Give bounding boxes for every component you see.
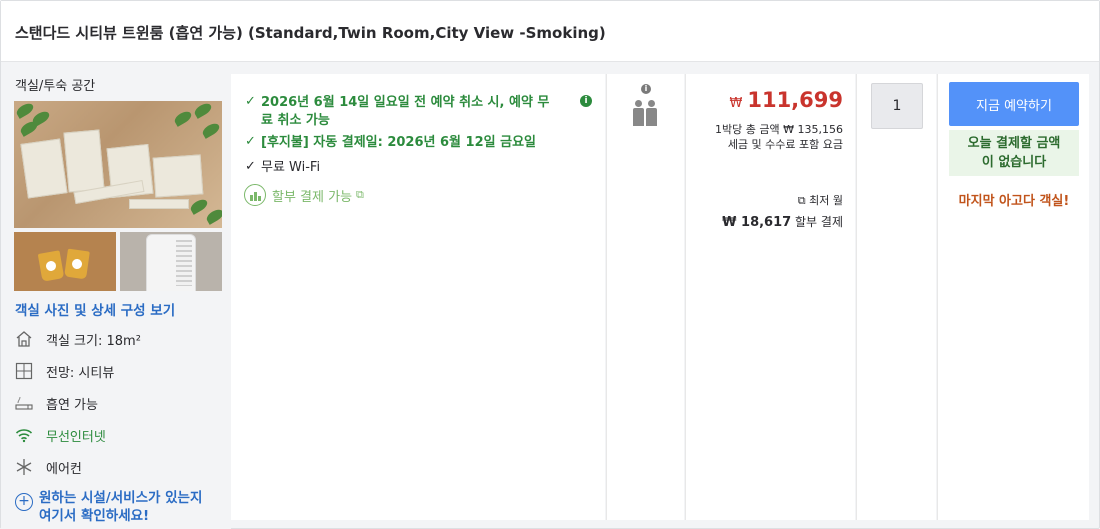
room-photo-main[interactable] (14, 101, 222, 228)
room-photo-air-purifier[interactable] (120, 232, 222, 291)
feature-view: 전망: 시티뷰 (14, 361, 114, 381)
currency-symbol: ₩ (729, 96, 743, 111)
monthly-payment: ₩ 18,617 할부 결제 (722, 213, 843, 230)
booking-column: 지금 예약하기 오늘 결제할 금액 이 없습니다 마지막 아고다 객실! (937, 74, 1089, 520)
feature-aircon: 에어컨 (14, 457, 82, 477)
installment-text: 할부 결제 가능 (272, 189, 353, 205)
cancel-line1: 2026년 6월 14일 일요일 전 예약 취소 시, 예약 무 (261, 95, 550, 110)
facility-check-link[interactable]: + 원하는 시설/서비스가 있는지 여기서 확인하세요! (15, 489, 202, 525)
last-room-notice: 마지막 아고다 객실! (958, 194, 1070, 209)
feature-wifi: 무선인터넷 (14, 425, 106, 445)
check-icon: ✓ (245, 159, 256, 174)
check-icon: ✓ (245, 134, 256, 149)
feature-smoking: 흡연 가능 (14, 393, 98, 413)
feature-label: 객실 크기: 18m² (46, 333, 141, 349)
feature-label: 전망: 시티뷰 (46, 365, 115, 381)
benefit-postpay: ✓ [후지불] 자동 결제일: 2026년 6월 12일 금요일 (245, 134, 536, 152)
price-amount: 111,699 (747, 88, 843, 112)
info-icon[interactable]: i (580, 95, 592, 107)
price-column: ₩ 111,699 1박당 총 금액 ₩ 135,156 세금 및 수수료 포함… (685, 74, 855, 520)
room-header: 스탠다드 시티뷰 트윈룸 (흡연 가능) (Standard,Twin Room… (1, 1, 1099, 62)
postpay-text: [후지불] 자동 결제일: 2026년 6월 12일 금요일 (261, 135, 536, 150)
quantity-column: 1 (856, 74, 936, 520)
more-link-line1: 원하는 시설/서비스가 있는지 (39, 490, 203, 506)
room-info-panel: 객실/투숙 공간 객실 사진 및 상세 구성 보기 객실 크기: 18m² 전망… (1, 63, 231, 529)
installment-link[interactable]: 할부 결제 가능 ⧉ (244, 184, 364, 206)
book-now-button[interactable]: 지금 예약하기 (949, 82, 1079, 126)
feature-label: 흡연 가능 (46, 397, 98, 413)
pay-later-badge: 오늘 결제할 금액 이 없습니다 (949, 130, 1079, 176)
room-quantity-select[interactable]: 1 (871, 83, 923, 129)
room-title: 스탠다드 시티뷰 트윈룸 (흡연 가능) (Standard,Twin Room… (15, 24, 606, 42)
window-icon (14, 361, 34, 381)
plus-circle-icon: + (15, 493, 33, 511)
taxes-note: 세금 및 수수료 포함 요금 (727, 138, 843, 151)
monthly-amount: ₩ 18,617 (722, 215, 792, 230)
room-photo-cups[interactable] (14, 232, 116, 291)
cigarette-icon (14, 393, 34, 413)
pay-later-line1: 오늘 결제할 금액 (967, 136, 1061, 151)
price-display: ₩ 111,699 (729, 88, 843, 112)
feature-label: 무선인터넷 (46, 429, 106, 445)
room-gallery-link[interactable]: 객실 사진 및 상세 구성 보기 (15, 299, 175, 319)
check-icon: ✓ (245, 94, 256, 109)
wifi-text: 무료 Wi-Fi (261, 160, 321, 175)
feature-room-size: 객실 크기: 18m² (14, 329, 141, 349)
house-icon (14, 329, 34, 349)
occupancy-people-icon (633, 100, 657, 126)
benefit-wifi: ✓ 무료 Wi-Fi (245, 159, 320, 177)
pay-later-line2: 이 없습니다 (981, 155, 1047, 170)
external-link-icon: ⧉ (797, 194, 806, 207)
benefit-free-cancel: ✓ 2026년 6월 14일 일요일 전 예약 취소 시, 예약 무 료 취소 … (245, 94, 549, 130)
cancel-line2: 료 취소 가능 (261, 113, 330, 128)
wifi-icon (14, 425, 34, 445)
feature-label: 에어컨 (46, 461, 82, 477)
info-icon[interactable]: i (641, 84, 651, 94)
snowflake-icon (14, 457, 34, 477)
total-per-night: 1박당 총 금액 ₩ 135,156 (715, 123, 843, 136)
occupancy-column: i (606, 74, 684, 520)
section-label: 객실/투숙 공간 (15, 79, 96, 94)
more-link-line2: 여기서 확인하세요! (39, 508, 150, 524)
monthly-suffix: 할부 결제 (795, 215, 843, 229)
min-month-label[interactable]: ⧉ 최저 월 (798, 192, 843, 208)
installment-chart-icon (244, 184, 266, 206)
external-link-icon: ⧉ (356, 188, 364, 201)
benefits-column: ✓ 2026년 6월 14일 일요일 전 예약 취소 시, 예약 무 료 취소 … (231, 74, 605, 520)
room-card: 스탠다드 시티뷰 트윈룸 (흡연 가능) (Standard,Twin Room… (0, 0, 1100, 529)
